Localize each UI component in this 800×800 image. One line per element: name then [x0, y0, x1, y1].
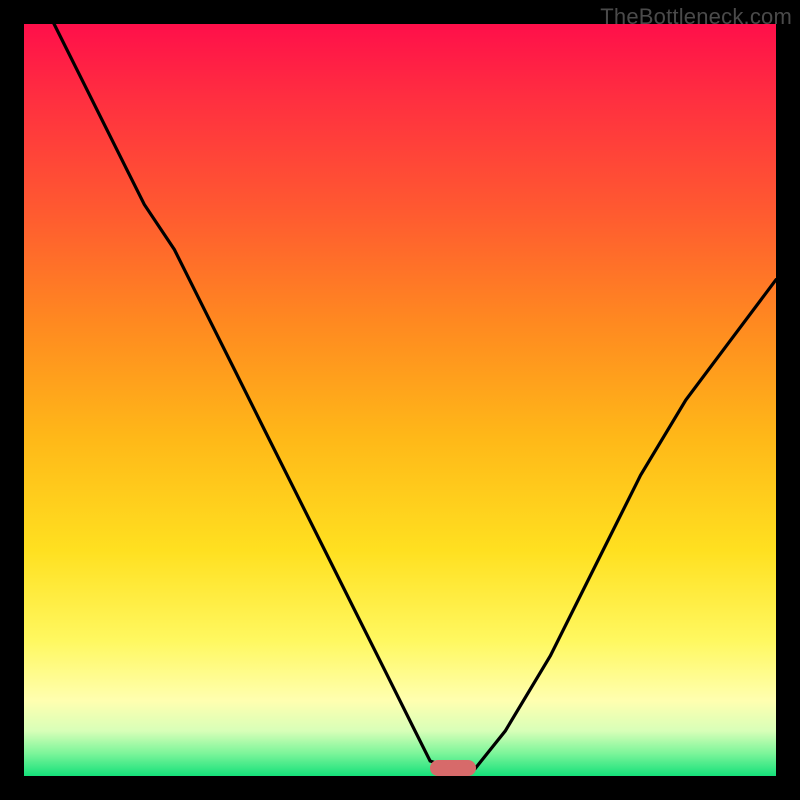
watermark-text: TheBottleneck.com: [600, 4, 792, 30]
frame-bottom: [0, 776, 800, 800]
plot-area: [24, 24, 776, 776]
frame-left: [0, 0, 24, 800]
optimum-marker: [430, 760, 476, 776]
chart-stage: TheBottleneck.com: [0, 0, 800, 800]
bottleneck-curve: [24, 24, 776, 776]
curve-path: [24, 0, 776, 769]
